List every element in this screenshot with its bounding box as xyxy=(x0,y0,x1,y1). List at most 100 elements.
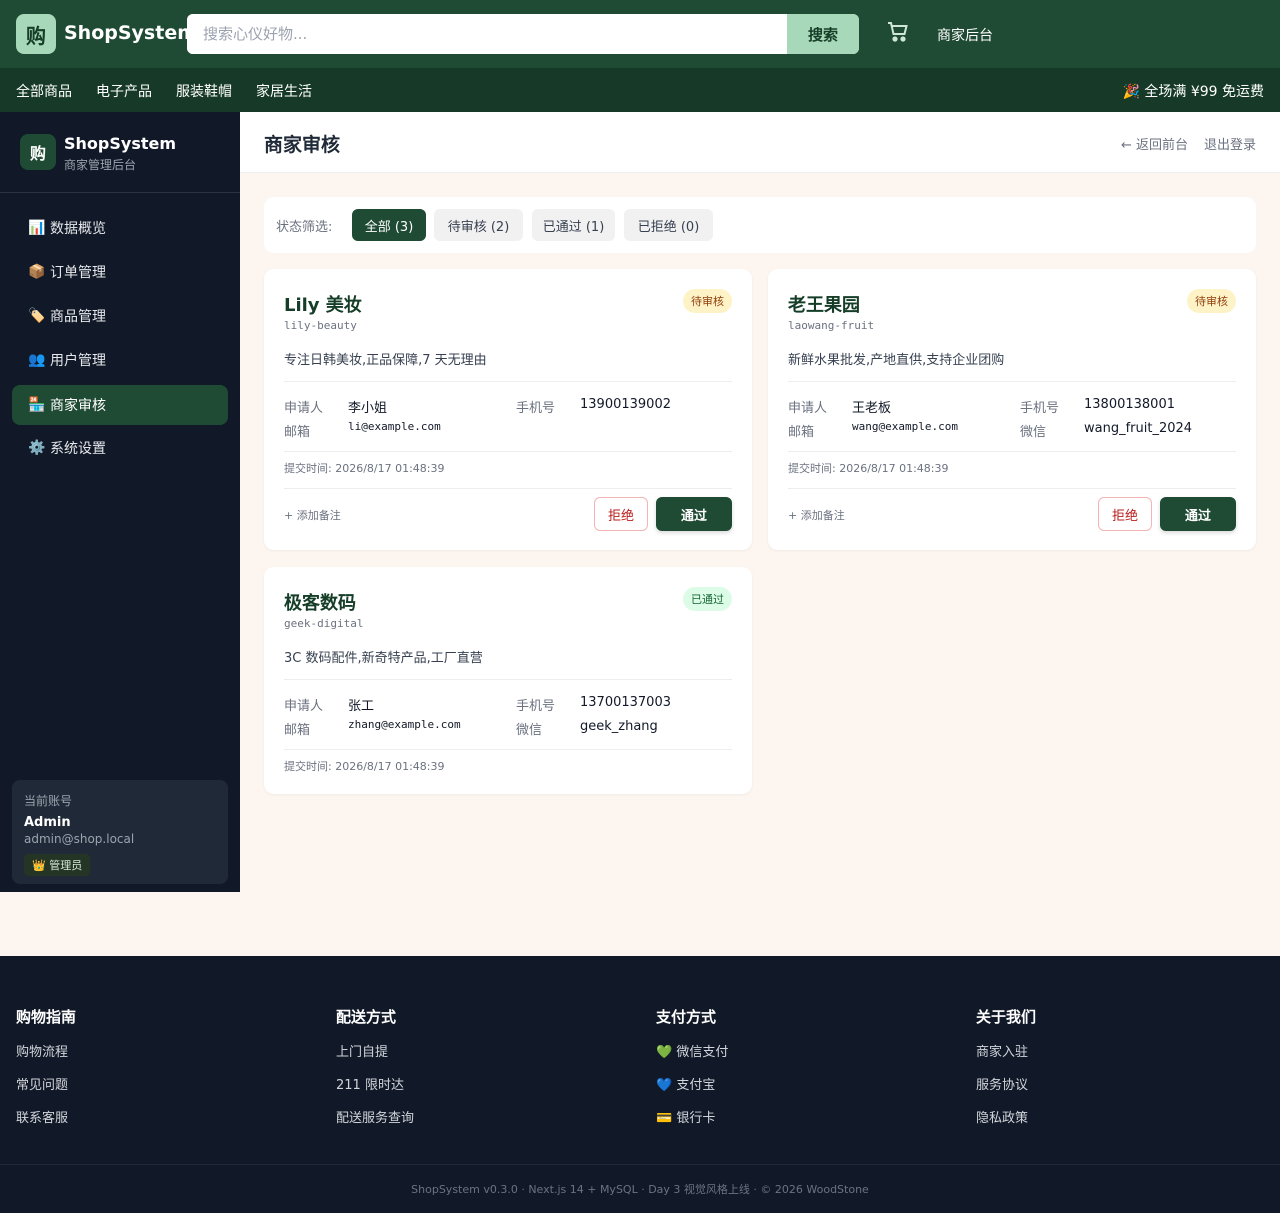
wechat-value: geek_zhang xyxy=(580,719,658,734)
footer-column-delivery: 配送方式 上门自提 211 限时达 配送服务查询 xyxy=(336,1006,414,1126)
brand-name[interactable]: ShopSystem xyxy=(64,22,197,44)
footer-heading: 配送方式 xyxy=(336,1008,397,1026)
applicant-label: 申请人 xyxy=(284,699,324,714)
phone-label: 手机号 xyxy=(516,699,556,714)
filter-chip-pending[interactable]: 待审核 (2) xyxy=(434,209,523,241)
role-badge: 👑 管理员 xyxy=(24,854,91,876)
applicant-label: 申请人 xyxy=(284,401,324,416)
back-to-store-link[interactable]: ← 返回前台 xyxy=(1121,134,1188,153)
merchant-name: Lily 美妆 xyxy=(284,295,362,316)
add-note-link[interactable]: + 添加备注 xyxy=(284,507,341,523)
filter-chip-approved[interactable]: 已通过 (1) xyxy=(532,209,615,241)
nav-item-all[interactable]: 全部商品 xyxy=(16,81,72,101)
footer-column-payment: 支付方式 💚 微信支付 💙 支付宝 💳 银行卡 xyxy=(656,1006,728,1126)
email-value: zhang@example.com xyxy=(348,718,461,731)
divider xyxy=(788,451,1236,452)
merchant-card: 极客数码 geek-digital 已通过 3C 数码配件,新奇特产品,工厂直营… xyxy=(264,567,752,794)
applicant-value: 李小姐 xyxy=(348,401,388,416)
divider xyxy=(284,381,732,382)
category-nav: 全部商品 电子产品 服装鞋帽 家居生活 🎉 全场满 ¥99 免运费 xyxy=(0,68,1280,112)
site-footer: 购物指南 购物流程 常见问题 联系客服 配送方式 上门自提 211 限时达 配送… xyxy=(0,956,1280,1213)
sidebar-logo-icon: 购 xyxy=(20,134,56,170)
main-header: 商家审核 ← 返回前台 退出登录 xyxy=(240,112,1280,173)
wechat-value: wang_fruit_2024 xyxy=(1084,421,1193,436)
sidebar-subtitle: 商家管理后台 xyxy=(64,158,137,172)
approve-button[interactable]: 通过 xyxy=(1160,497,1236,531)
footer-link[interactable]: 211 限时达 xyxy=(336,1074,414,1093)
users-icon: 👥 xyxy=(28,352,46,368)
status-badge: 待审核 xyxy=(683,289,732,313)
footer-link[interactable]: 商家入驻 xyxy=(976,1041,1036,1060)
reject-button[interactable]: 拒绝 xyxy=(594,497,648,531)
cart-icon[interactable] xyxy=(886,20,910,44)
account-label: 当前账号 xyxy=(24,794,73,808)
admin-sidebar: 购 ShopSystem 商家管理后台 📊 数据概览 📦 订单管理 🏷️ 商品管… xyxy=(0,112,240,892)
filter-chip-all[interactable]: 全部 (3) xyxy=(352,209,426,241)
page-title: 商家审核 xyxy=(264,134,341,156)
footer-link[interactable]: 隐私政策 xyxy=(976,1107,1036,1126)
applicant-value: 王老板 xyxy=(852,401,892,416)
footer-link[interactable]: 常见问题 xyxy=(16,1074,76,1093)
email-label: 邮箱 xyxy=(284,723,311,738)
footer-heading: 关于我们 xyxy=(976,1008,1037,1026)
email-value: li@example.com xyxy=(348,420,441,433)
footer-link[interactable]: 💙 支付宝 xyxy=(656,1074,728,1093)
package-icon: 📦 xyxy=(28,264,46,280)
sidebar-item-products[interactable]: 🏷️ 商品管理 xyxy=(12,296,228,336)
footer-link[interactable]: 联系客服 xyxy=(16,1107,76,1126)
footer-link[interactable]: 💳 银行卡 xyxy=(656,1107,728,1126)
divider xyxy=(284,749,732,750)
account-name: Admin xyxy=(24,815,71,830)
divider xyxy=(284,451,732,452)
phone-label: 手机号 xyxy=(516,401,556,416)
footer-link[interactable]: 上门自提 xyxy=(336,1041,414,1060)
email-label: 邮箱 xyxy=(284,425,311,440)
merchant-card: Lily 美妆 lily-beauty 待审核 专注日韩美妆,正品保障,7 天无… xyxy=(264,269,752,550)
submitted-time: 提交时间: 2026/8/17 01:48:39 xyxy=(284,760,445,773)
footer-link[interactable]: 购物流程 xyxy=(16,1041,76,1060)
logout-link[interactable]: 退出登录 xyxy=(1204,134,1256,153)
nav-item-apparel[interactable]: 服装鞋帽 xyxy=(176,81,232,101)
nav-item-electronics[interactable]: 电子产品 xyxy=(96,81,152,101)
search-input[interactable] xyxy=(187,14,787,54)
sidebar-divider xyxy=(0,192,240,193)
approve-button[interactable]: 通过 xyxy=(656,497,732,531)
merchant-slug: lily-beauty xyxy=(284,319,357,332)
divider xyxy=(284,679,732,680)
merchant-backend-link[interactable]: 商家后台 xyxy=(937,25,993,45)
merchant-slug: geek-digital xyxy=(284,617,364,630)
sidebar-item-users[interactable]: 👥 用户管理 xyxy=(12,340,228,380)
email-label: 邮箱 xyxy=(788,425,815,440)
logo-icon[interactable]: 购 xyxy=(16,14,56,54)
sidebar-item-label: 系统设置 xyxy=(50,441,106,457)
filter-chip-rejected[interactable]: 已拒绝 (0) xyxy=(624,209,713,241)
reject-button[interactable]: 拒绝 xyxy=(1098,497,1152,531)
nav-item-home[interactable]: 家居生活 xyxy=(256,81,312,101)
add-note-link[interactable]: + 添加备注 xyxy=(788,507,845,523)
sidebar-item-dashboard[interactable]: 📊 数据概览 xyxy=(12,208,228,248)
footer-link[interactable]: 💚 微信支付 xyxy=(656,1041,728,1060)
sidebar-item-orders[interactable]: 📦 订单管理 xyxy=(12,252,228,292)
sidebar-item-settings[interactable]: ⚙️ 系统设置 xyxy=(12,428,228,468)
copyright: ShopSystem v0.3.0 · Next.js 14 + MySQL ·… xyxy=(411,1183,869,1196)
sidebar-item-label: 数据概览 xyxy=(50,221,106,237)
search-button[interactable]: 搜索 xyxy=(787,14,859,54)
applicant-label: 申请人 xyxy=(788,401,828,416)
sidebar-item-label: 订单管理 xyxy=(50,265,106,281)
tag-icon: 🏷️ xyxy=(28,308,46,324)
footer-link[interactable]: 配送服务查询 xyxy=(336,1107,414,1126)
phone-value: 13800138001 xyxy=(1084,397,1175,412)
footer-column-about: 关于我们 商家入驻 服务协议 隐私政策 xyxy=(976,1006,1036,1126)
sidebar-item-label: 商品管理 xyxy=(50,309,106,325)
phone-value: 13900139002 xyxy=(580,397,671,412)
account-email: admin@shop.local xyxy=(24,832,135,846)
divider xyxy=(284,488,732,489)
merchant-card: 老王果园 laowang-fruit 待审核 新鲜水果批发,产地直供,支持企业团… xyxy=(768,269,1256,550)
footer-link[interactable]: 服务协议 xyxy=(976,1074,1036,1093)
submitted-time: 提交时间: 2026/8/17 01:48:39 xyxy=(788,462,949,475)
divider xyxy=(788,381,1236,382)
filter-label: 状态筛选: xyxy=(276,220,333,235)
sidebar-item-merchant-review[interactable]: 🏪 商家审核 xyxy=(12,385,228,425)
sidebar-item-label: 用户管理 xyxy=(50,353,106,369)
wechat-label: 微信 xyxy=(516,723,543,738)
